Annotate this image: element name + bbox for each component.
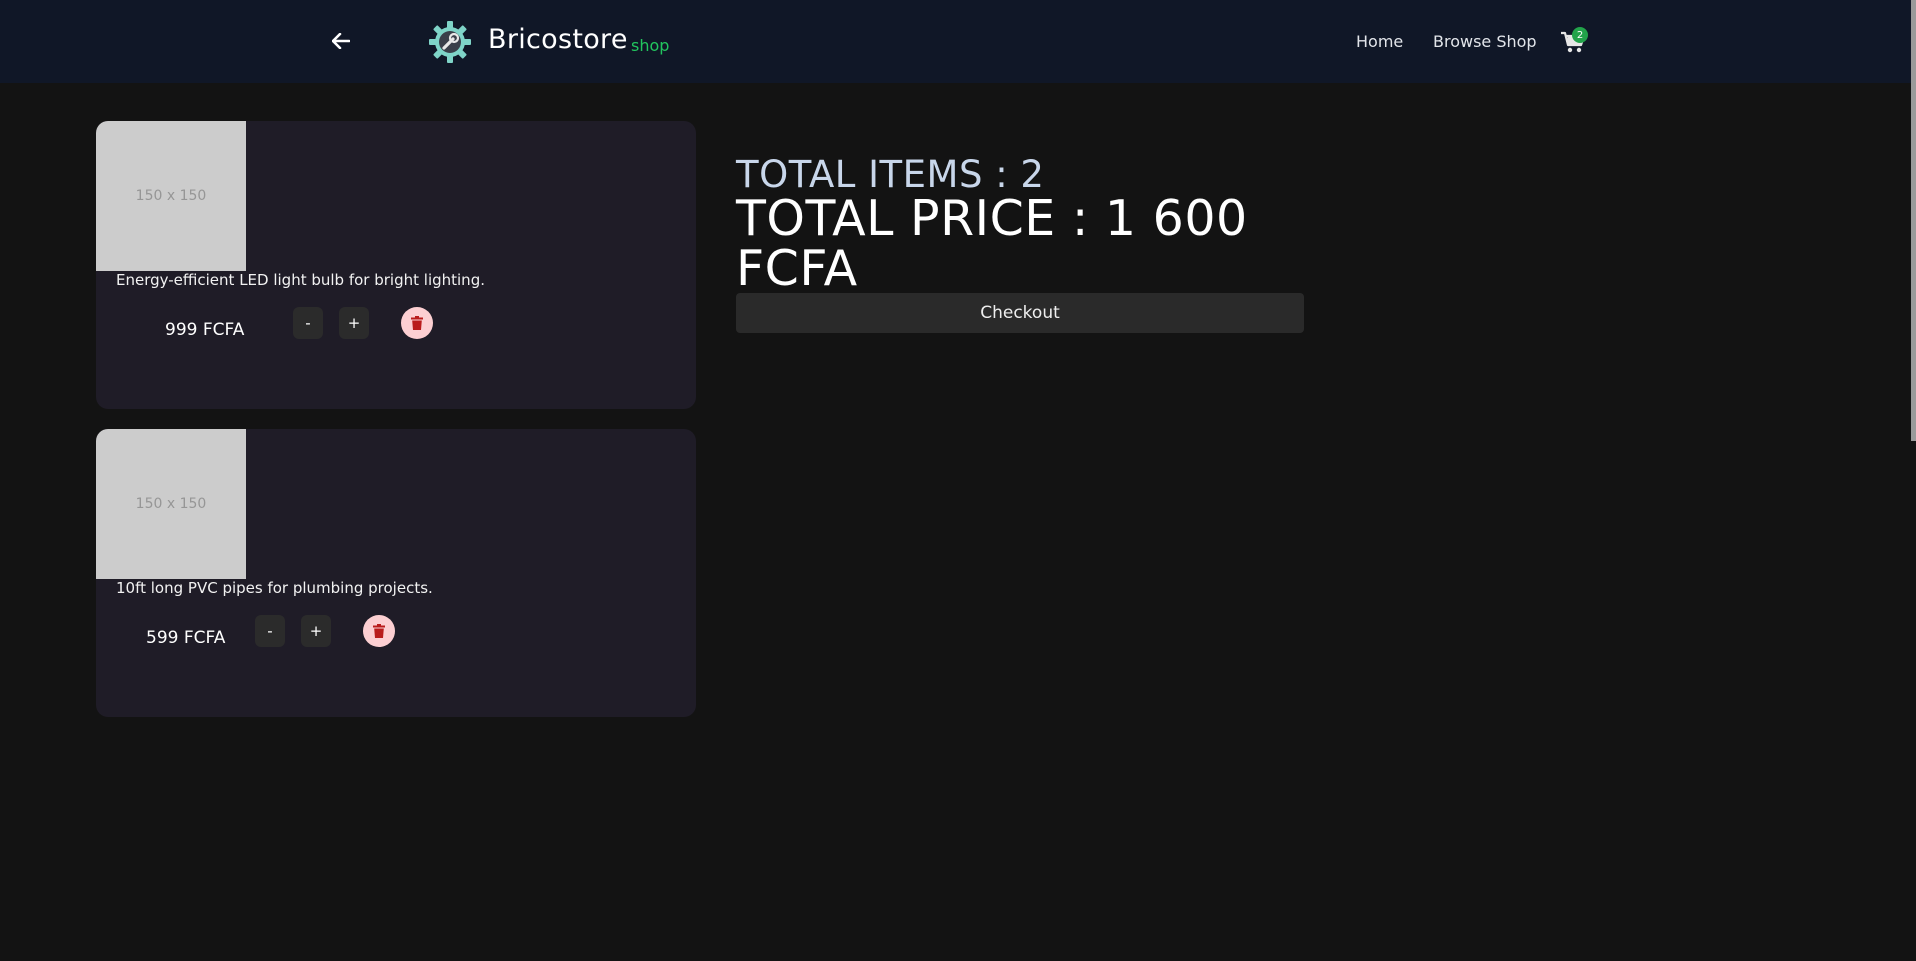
cart-count-badge: 2 [1572,27,1588,43]
decrement-quantity-button[interactable]: - [293,307,323,339]
cart-item-card: 150 x 150 10ft long PVC pipes for plumbi… [96,429,696,717]
nav-home-link[interactable]: Home [1356,32,1403,51]
remove-item-button[interactable] [401,307,433,339]
trash-icon [373,624,385,638]
back-button[interactable] [328,28,354,54]
decrement-quantity-button[interactable]: - [255,615,285,647]
brand-name[interactable]: Bricostore [488,24,628,55]
increment-quantity-button[interactable]: + [301,615,331,647]
product-image-placeholder: 150 x 150 [96,121,246,271]
gear-wrench-logo [429,21,471,63]
product-image-placeholder: 150 x 150 [96,429,246,579]
nav-browse-shop-link[interactable]: Browse Shop [1433,32,1537,51]
product-description: Energy-efficient LED light bulb for brig… [116,271,485,289]
product-description: 10ft long PVC pipes for plumbing project… [116,579,433,597]
checkout-button[interactable]: Checkout [736,293,1304,333]
scrollbar-thumb[interactable] [1911,0,1916,441]
brand-tag: shop [631,36,670,55]
product-price: 599 FCFA [146,628,226,648]
increment-quantity-button[interactable]: + [339,307,369,339]
arrow-left-icon [332,33,350,49]
product-price: 999 FCFA [165,320,245,340]
cart-item-card: 150 x 150 Energy-efficient LED light bul… [96,121,696,409]
trash-icon [411,316,423,330]
top-navbar: Bricostore shop Home Browse Shop 2 [0,0,1916,83]
total-price-label: TOTAL PRICE : 1 600 FCFA [736,190,1248,297]
remove-item-button[interactable] [363,615,395,647]
